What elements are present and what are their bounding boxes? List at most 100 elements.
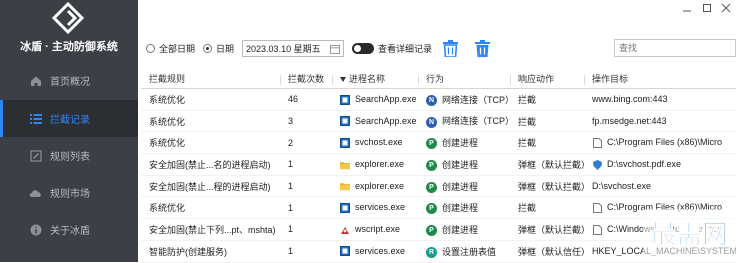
cell-target: www.bing.com:443 (584, 94, 736, 104)
action-type-icon: P (426, 159, 437, 171)
action-type-icon: P (426, 181, 437, 193)
sidebar-item-about[interactable]: 关于冰盾 (0, 211, 138, 248)
file-icon (592, 138, 602, 149)
process-name: explorer.exe (355, 159, 405, 170)
all-dates-label: 全部日期 (159, 43, 196, 54)
action-name: 创建进程 (442, 138, 479, 149)
cell-response: 拦截 (518, 116, 537, 127)
all-dates-option[interactable]: 全部日期 (146, 42, 195, 55)
folder-icon (340, 181, 350, 191)
shield-icon (592, 159, 602, 170)
sidebar-item-home[interactable]: 首页概况 (0, 62, 138, 99)
target-text: D:\svchost.exe (592, 181, 652, 192)
sidebar-item-label: 规则市场 (50, 189, 90, 200)
table-row[interactable]: 系统优化 2 svchost.exe P 创建进程 拦截 C:\Program Files … (141, 132, 736, 155)
column-header-target[interactable]: 操作目标 (584, 72, 736, 85)
table-header: 拦截规则 拦截次数 进程名称 行为 响应动作 操作目标 (141, 68, 736, 89)
delete-button[interactable] (440, 38, 460, 58)
cell-action: N 网络连接（TCP） (418, 114, 510, 128)
active-indicator (0, 100, 3, 137)
process-name: explorer.exe (355, 180, 405, 191)
app-icon (340, 94, 350, 105)
date-radio[interactable] (203, 43, 213, 53)
cell-response: 拦截 (518, 138, 537, 149)
column-header-response[interactable]: 响应动作 (510, 72, 584, 85)
cell-target: D:\svchost.exe (584, 181, 736, 191)
cell-action: P 创建进程 (418, 158, 510, 171)
column-header-rule[interactable]: 拦截规则 (141, 72, 280, 85)
cell-rule: 智能防护(创建服务) (149, 246, 227, 257)
logo-icon (51, 2, 85, 35)
maximize-icon[interactable] (702, 3, 712, 13)
action-type-icon: N (426, 94, 437, 106)
action-type-icon: P (426, 203, 437, 215)
detail-toggle-label: 查看详细记录 (378, 43, 433, 54)
file-icon (592, 224, 602, 235)
calendar-icon[interactable] (330, 44, 341, 54)
table-row[interactable]: 系统优化 3 SearchApp.exe N 网络连接（TCP） 拦截 fp.msedge.… (141, 111, 736, 133)
close-icon[interactable] (721, 3, 731, 13)
table-row[interactable]: 安全加固(禁止...程的进程启动) 1 explorer.exe P 创建进程 弹框（默认… (141, 176, 736, 198)
cell-count: 1 (288, 181, 294, 192)
date-label: 日期 (216, 43, 235, 54)
sidebar-item-label: 首页概况 (50, 77, 90, 88)
cell-count: 1 (288, 159, 294, 170)
minimize-icon[interactable] (682, 3, 692, 13)
cell-action: N 网络连接（TCP） (418, 93, 510, 106)
list-icon (29, 112, 42, 125)
process-name: svchost.exe (355, 137, 403, 148)
cell-target: D:\svchost.pdf.exe (584, 159, 736, 170)
cell-process: SearchApp.exe (332, 116, 418, 127)
sidebar-item-rules[interactable]: 规则列表 (0, 137, 138, 174)
cell-response: 弹框（默认拦截） (518, 224, 584, 235)
action-type-icon: P (426, 225, 437, 237)
cell-rule: 系统优化 (149, 116, 186, 127)
edit-icon (29, 149, 42, 162)
date-option[interactable]: 日期 (203, 42, 234, 55)
table-row[interactable]: 系统优化 46 SearchApp.exe N 网络连接（TCP） 拦截 www.bing.… (141, 89, 736, 111)
cell-rule: 系统优化 (149, 203, 186, 214)
clear-all-button[interactable] (472, 38, 492, 58)
file-icon (592, 203, 602, 214)
cell-rule: 系统优化 (149, 94, 186, 105)
cell-process: services.exe (332, 246, 418, 257)
toolbar: 全部日期 日期 2023.03.10 星期五 查看详细记录 (138, 30, 736, 66)
detail-toggle[interactable] (352, 42, 375, 54)
sidebar-item-rule-market[interactable]: 规则市场 (0, 174, 138, 211)
cell-response: 弹框（默认拦截） (518, 159, 584, 170)
action-name: 设置注册表值 (442, 246, 497, 257)
cell-count: 1 (288, 224, 294, 235)
folder-icon (340, 160, 350, 170)
process-name: SearchApp.exe (355, 115, 417, 126)
app-icon (340, 138, 350, 149)
column-header-process[interactable]: 进程名称 (332, 72, 418, 85)
sidebar: 冰盾 · 主动防御系统 首页概况 拦截记录 规则列表 规则市场 关于冰盾 (0, 0, 138, 262)
action-name: 创建进程 (442, 181, 479, 192)
cell-count: 1 (288, 246, 294, 257)
sidebar-item-intercept-records[interactable]: 拦截记录 (0, 100, 138, 137)
all-dates-radio[interactable] (146, 43, 155, 53)
cell-process: explorer.exe (332, 181, 418, 192)
cell-response: 弹框（默认信任） (518, 246, 584, 257)
date-picker[interactable]: 2023.03.10 星期五 (242, 39, 345, 57)
action-name: 网络连接（TCP） (442, 116, 510, 127)
process-name: services.exe (355, 202, 406, 213)
table-row[interactable]: 安全加固(禁止...名的进程启动) 1 explorer.exe P 创建进程 弹框（默认… (141, 154, 736, 176)
home-icon (29, 74, 42, 87)
column-header-action[interactable]: 行为 (418, 72, 510, 85)
app-icon (340, 246, 350, 257)
column-header-count[interactable]: 拦截次数 (280, 72, 332, 85)
trash-filled-icon (474, 39, 490, 57)
app-icon (340, 203, 350, 214)
script-icon (340, 225, 350, 235)
action-type-icon: N (426, 116, 437, 128)
sort-desc-icon (340, 76, 346, 82)
cell-response: 弹框（默认拦截） (518, 181, 584, 192)
search-input[interactable] (614, 39, 736, 57)
cell-target: fp.msedge.net:443 (584, 116, 736, 126)
cell-target: C:\Program Files (x86)\Micro (584, 137, 736, 149)
action-name: 创建进程 (442, 203, 479, 214)
action-name: 创建进程 (442, 224, 479, 235)
cell-action: P 创建进程 (418, 201, 510, 215)
target-text: fp.msedge.net:443 (592, 116, 667, 127)
